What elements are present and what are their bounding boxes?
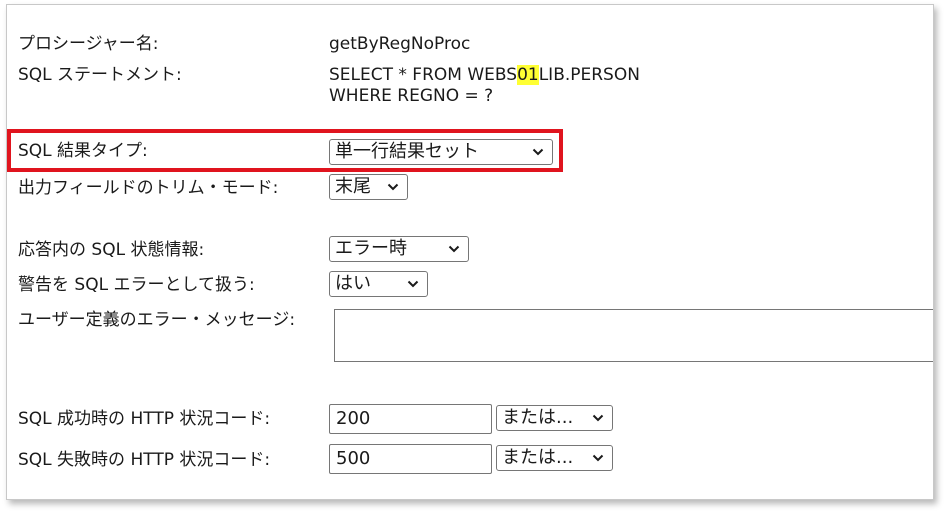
warning-as-error-label: 警告を SQL エラーとして扱う: — [18, 275, 255, 295]
result-type-label: SQL 結果タイプ: — [18, 141, 148, 161]
http-success-or-select[interactable]: または... — [496, 405, 613, 431]
sql-state-label: 応答内の SQL 状態情報: — [18, 240, 205, 260]
http-success-code-label: SQL 成功時の HTTP 状況コード: — [18, 409, 271, 429]
result-type-selected: 単一行結果セット — [335, 141, 479, 162]
sql-statement-line1-before: SELECT * FROM WEBS — [329, 65, 518, 85]
warning-as-error-select[interactable]: はい — [329, 271, 428, 297]
user-error-message-label: ユーザー定義のエラー・メッセージ: — [18, 310, 296, 330]
chevron-down-icon — [448, 245, 460, 253]
warning-as-error-selected: はい — [335, 273, 371, 294]
http-failure-or-select[interactable]: または... — [496, 445, 613, 471]
procedure-name-value: getByRegNoProc — [329, 34, 471, 54]
http-failure-code-input[interactable]: 500 — [329, 444, 492, 474]
chevron-down-icon — [387, 183, 399, 191]
trim-mode-selected: 末尾 — [335, 176, 371, 197]
http-failure-or-selected: または... — [502, 447, 574, 468]
sql-statement-highlight: 01 — [517, 65, 539, 85]
trim-mode-label: 出力フィールドのトリム・モード: — [18, 178, 279, 198]
chevron-down-icon — [532, 148, 544, 156]
chevron-down-icon — [592, 454, 604, 462]
trim-mode-select[interactable]: 末尾 — [329, 174, 408, 200]
http-success-or-selected: または... — [502, 407, 574, 428]
procedure-name-label: プロシージャー名: — [18, 34, 159, 54]
sql-statement-line1-after: LIB.PERSON — [538, 65, 640, 85]
http-failure-code-label: SQL 失敗時の HTTP 状況コード: — [18, 450, 271, 470]
sql-state-selected: エラー時 — [335, 238, 407, 259]
sql-statement-line1: SELECT * FROM WEBS01LIB.PERSON — [329, 64, 640, 86]
sql-statement-label: SQL ステートメント: — [18, 65, 182, 85]
sql-procedure-settings-panel: プロシージャー名: getByRegNoProc SQL ステートメント: SE… — [6, 4, 934, 500]
sql-state-select[interactable]: エラー時 — [329, 236, 469, 262]
user-error-message-textarea[interactable] — [334, 309, 933, 362]
http-success-code-input[interactable]: 200 — [329, 404, 492, 434]
chevron-down-icon — [407, 280, 419, 288]
sql-statement-line2: WHERE REGNO = ? — [329, 86, 494, 106]
chevron-down-icon — [592, 414, 604, 422]
result-type-select[interactable]: 単一行結果セット — [329, 139, 553, 165]
